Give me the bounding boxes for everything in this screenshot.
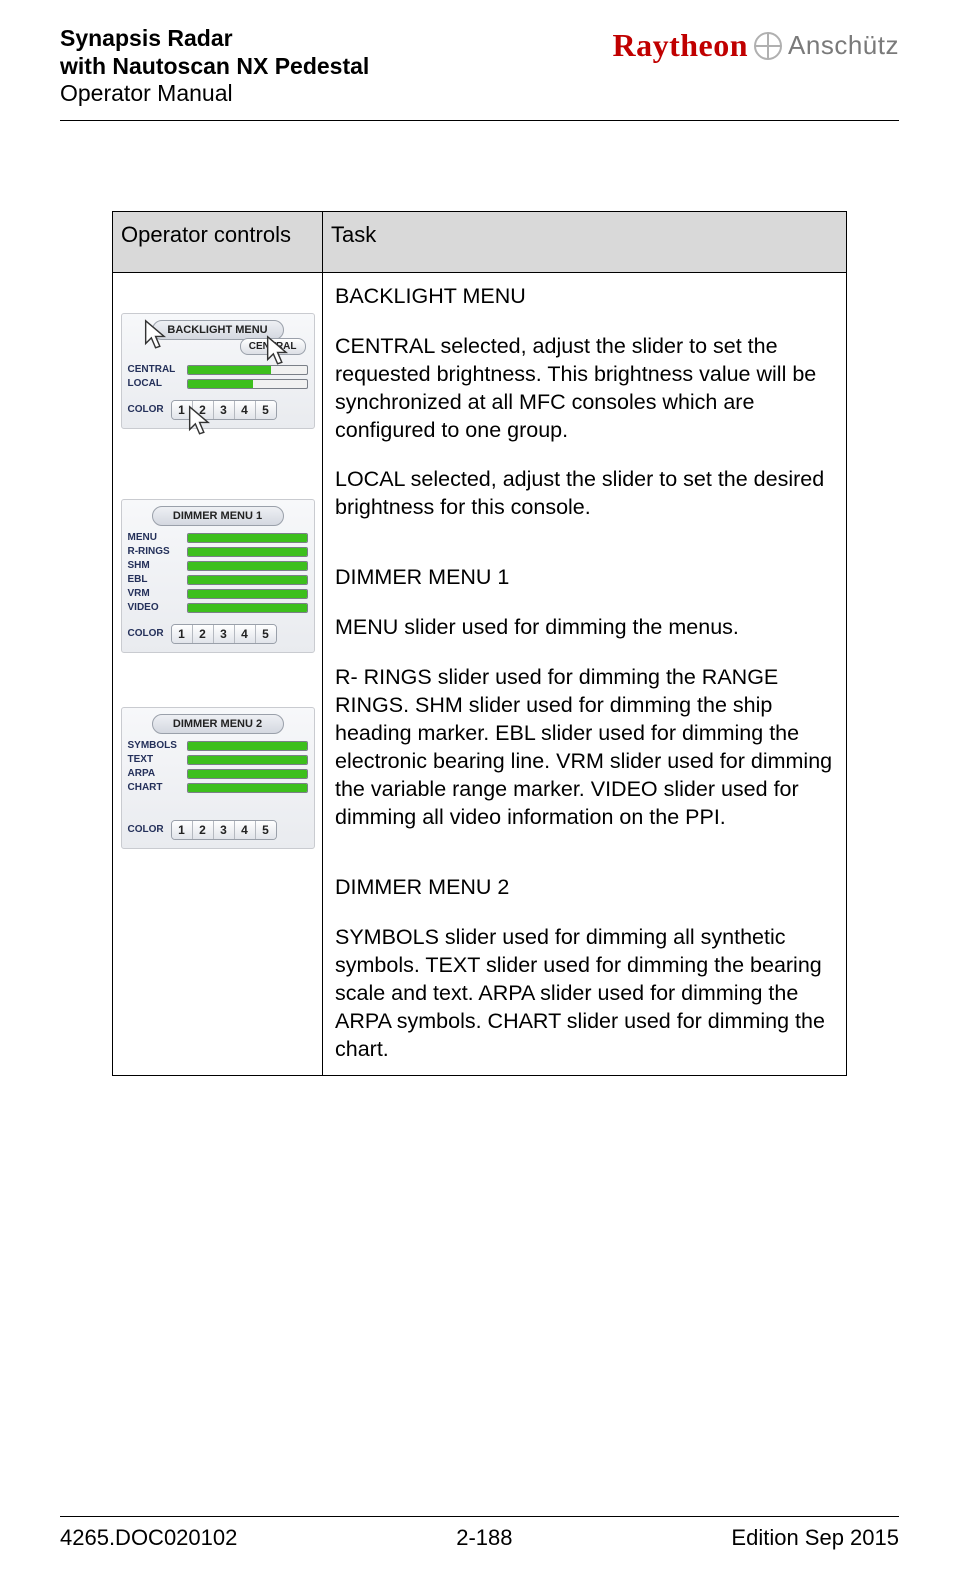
color-row: COLOR 1 2 3 4 5 (128, 624, 308, 644)
chart-slider[interactable] (187, 782, 308, 794)
local-slider[interactable] (187, 378, 308, 390)
menu-slider[interactable] (187, 532, 308, 544)
central-slider[interactable] (187, 364, 308, 376)
dimmer-menu-2-panel: DIMMER MENU 2 SYMBOLS TEXT ARPA CHART CO… (121, 707, 315, 849)
footer-page: 2-188 (456, 1525, 512, 1551)
color-row: COLOR 1 2 3 4 5 (128, 400, 308, 420)
th-operator-controls: Operator controls (113, 211, 323, 272)
task-text: SYMBOLS slider used for dimming all synt… (335, 924, 838, 1064)
arpa-slider[interactable] (187, 768, 308, 780)
color-option[interactable]: 4 (235, 401, 256, 419)
slider-row: SYMBOLS (128, 740, 308, 752)
color-option[interactable]: 1 (172, 625, 193, 643)
task-heading-dimmer2: DIMMER MENU 2 (335, 874, 838, 902)
slider-row: CHART (128, 782, 308, 794)
slider-row: LOCAL (128, 378, 308, 390)
slider-row: ARPA (128, 768, 308, 780)
color-option[interactable]: 2 (193, 821, 214, 839)
slider-label: SYMBOLS (128, 740, 183, 751)
color-group[interactable]: 1 2 3 4 5 (171, 820, 277, 840)
color-option[interactable]: 2 (193, 625, 214, 643)
footer-docnum: 4265.DOC020102 (60, 1525, 237, 1551)
globe-icon (754, 32, 782, 60)
slider-label: EBL (128, 574, 183, 585)
text-slider[interactable] (187, 754, 308, 766)
brand-block: Raytheon Anschütz (612, 25, 899, 64)
footer-divider (60, 1516, 899, 1517)
color-label: COLOR (128, 824, 168, 835)
color-option[interactable]: 1 (172, 821, 193, 839)
doc-title-line2: with Nautoscan NX Pedestal (60, 53, 369, 81)
brand-anschutz: Anschütz (788, 30, 899, 61)
slider-row: VIDEO (128, 602, 308, 614)
color-group[interactable]: 1 2 3 4 5 (171, 624, 277, 644)
brand-raytheon: Raytheon (612, 27, 748, 64)
slider-row: MENU (128, 532, 308, 544)
slider-label: TEXT (128, 754, 183, 765)
operator-controls-table: Operator controls Task BACKLIGHT MENU CE… (112, 211, 847, 1077)
color-option[interactable]: 3 (214, 401, 235, 419)
dimmer-menu-1-panel: DIMMER MENU 1 MENU R-RINGS SHM EBL VRM V… (121, 499, 315, 653)
th-task: Task (323, 211, 847, 272)
slider-row: CENTRAL (128, 364, 308, 376)
task-text: R- RINGS slider used for dimming the RAN… (335, 664, 838, 832)
vrm-slider[interactable] (187, 588, 308, 600)
table-header-row: Operator controls Task (113, 211, 847, 272)
color-option[interactable]: 4 (235, 625, 256, 643)
slider-label: ARPA (128, 768, 183, 779)
color-option[interactable]: 4 (235, 821, 256, 839)
slider-label: VRM (128, 588, 183, 599)
color-option[interactable]: 2 (193, 401, 214, 419)
slider-label: LOCAL (128, 378, 183, 389)
slider-row: SHM (128, 560, 308, 572)
color-group[interactable]: 1 2 3 4 5 (171, 400, 277, 420)
color-label: COLOR (128, 404, 168, 415)
table-body-row: BACKLIGHT MENU CENTRAL CENTRAL LOCAL (113, 272, 847, 1076)
backlight-title-button[interactable]: BACKLIGHT MENU (152, 320, 284, 340)
doc-title-line1: Synapsis Radar (60, 25, 369, 53)
controls-cell: BACKLIGHT MENU CENTRAL CENTRAL LOCAL (113, 272, 323, 1076)
dimmer2-title-button[interactable]: DIMMER MENU 2 (152, 714, 284, 734)
footer-edition: Edition Sep 2015 (731, 1525, 899, 1551)
task-heading-backlight: BACKLIGHT MENU (335, 283, 838, 311)
task-heading-dimmer1: DIMMER MENU 1 (335, 564, 838, 592)
page-header: Synapsis Radar with Nautoscan NX Pedesta… (60, 25, 899, 108)
color-label: COLOR (128, 628, 168, 639)
slider-row: TEXT (128, 754, 308, 766)
color-option[interactable]: 3 (214, 821, 235, 839)
color-option[interactable]: 5 (256, 821, 276, 839)
page-footer: 4265.DOC020102 2-188 Edition Sep 2015 (60, 1516, 899, 1551)
color-row: COLOR 1 2 3 4 5 (128, 820, 308, 840)
task-text: LOCAL selected, adjust the slider to set… (335, 466, 838, 522)
slider-label: CENTRAL (128, 364, 183, 375)
symbols-slider[interactable] (187, 740, 308, 752)
color-option[interactable]: 5 (256, 625, 276, 643)
slider-label: MENU (128, 532, 183, 543)
color-option[interactable]: 1 (172, 401, 193, 419)
backlight-menu-panel: BACKLIGHT MENU CENTRAL CENTRAL LOCAL (121, 313, 315, 429)
slider-label: SHM (128, 560, 183, 571)
slider-label: VIDEO (128, 602, 183, 613)
dimmer1-title-button[interactable]: DIMMER MENU 1 (152, 506, 284, 526)
task-text: MENU slider used for dimming the menus. (335, 614, 838, 642)
ebl-slider[interactable] (187, 574, 308, 586)
header-divider (60, 120, 899, 121)
video-slider[interactable] (187, 602, 308, 614)
task-text: CENTRAL selected, adjust the slider to s… (335, 333, 838, 445)
rrings-slider[interactable] (187, 546, 308, 558)
color-option[interactable]: 5 (256, 401, 276, 419)
slider-label: CHART (128, 782, 183, 793)
central-button[interactable]: CENTRAL (240, 338, 306, 355)
task-cell: BACKLIGHT MENU CENTRAL selected, adjust … (323, 272, 847, 1076)
color-option[interactable]: 3 (214, 625, 235, 643)
slider-row: EBL (128, 574, 308, 586)
doc-title-block: Synapsis Radar with Nautoscan NX Pedesta… (60, 25, 369, 108)
shm-slider[interactable] (187, 560, 308, 572)
slider-row: VRM (128, 588, 308, 600)
doc-subtitle: Operator Manual (60, 80, 369, 108)
slider-label: R-RINGS (128, 546, 183, 557)
slider-row: R-RINGS (128, 546, 308, 558)
